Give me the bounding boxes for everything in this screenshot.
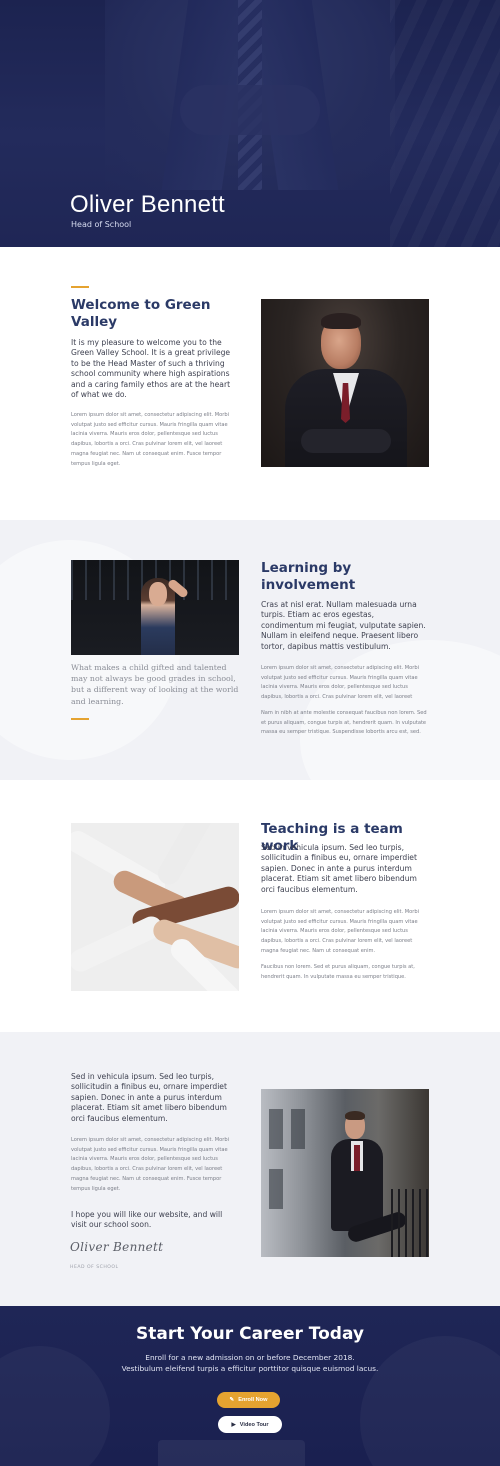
- teaching-section: Teaching is a team work Sed in vehicula …: [0, 780, 500, 1032]
- welcome-heading: Welcome to Green Valley: [71, 297, 211, 330]
- play-icon: ▶: [231, 1421, 236, 1428]
- welcome-body: Lorem ipsum dolor sit amet, consectetur …: [71, 412, 230, 467]
- video-tour-button[interactable]: ▶ Video Tour: [218, 1416, 282, 1433]
- singer-photo-image: [71, 560, 239, 655]
- learning-quote: What makes a child gifted and talented m…: [71, 663, 239, 706]
- team-hands-image: [71, 823, 239, 991]
- teaching-lead: Sed in vehicula ipsum. Sed leo turpis, s…: [261, 843, 417, 894]
- accent-divider: [71, 718, 89, 720]
- cta-heading: Start Your Career Today: [135, 1324, 364, 1344]
- closing-lead: Sed in vehicula ipsum. Sed leo turpis, s…: [71, 1072, 227, 1123]
- cta-description: Enroll for a new admission on or before …: [121, 1353, 379, 1373]
- bottom-panel: [158, 1440, 305, 1466]
- learning-lead: Cras at nisl erat. Nullam malesuada urna…: [261, 600, 426, 651]
- headmaster-portrait-image: [261, 299, 429, 467]
- closing-section: Sed in vehicula ipsum. Sed leo turpis, s…: [0, 1032, 500, 1306]
- headmaster-standing-image: [261, 1089, 429, 1257]
- enroll-now-button[interactable]: ✎ Enroll Now: [217, 1392, 280, 1408]
- closing-body: Lorem ipsum dolor sit amet, consectetur …: [71, 1137, 230, 1192]
- teaching-body-2: Faucibus non lorem. Sed et purus aliquam…: [261, 964, 415, 980]
- teaching-body-1: Lorem ipsum dolor sit amet, consectetur …: [261, 909, 420, 954]
- page-title: Oliver Bennett: [70, 191, 225, 218]
- hero-banner: Oliver Bennett Head of School: [0, 0, 500, 247]
- learning-body-2: Nam in nibh at ante molestie consequat f…: [261, 710, 427, 736]
- signature-role: HEAD OF SCHOOL: [70, 1265, 119, 1270]
- pencil-icon: ✎: [229, 1397, 235, 1403]
- learning-heading: Learning by involvement: [261, 560, 356, 593]
- welcome-lead: It is my pleasure to welcome you to the …: [71, 338, 231, 400]
- learning-section: What makes a child gifted and talented m…: [0, 520, 500, 780]
- signature: Oliver Bennett: [70, 1240, 164, 1254]
- learning-body-1: Lorem ipsum dolor sit amet, consectetur …: [261, 665, 420, 701]
- closing-hope: I hope you will like our website, and wi…: [71, 1210, 223, 1230]
- welcome-section: Welcome to Green Valley It is my pleasur…: [0, 247, 500, 520]
- page-subtitle: Head of School: [71, 220, 132, 229]
- accent-divider: [71, 286, 89, 288]
- career-cta-section: Start Your Career Today Enroll for a new…: [0, 1306, 500, 1466]
